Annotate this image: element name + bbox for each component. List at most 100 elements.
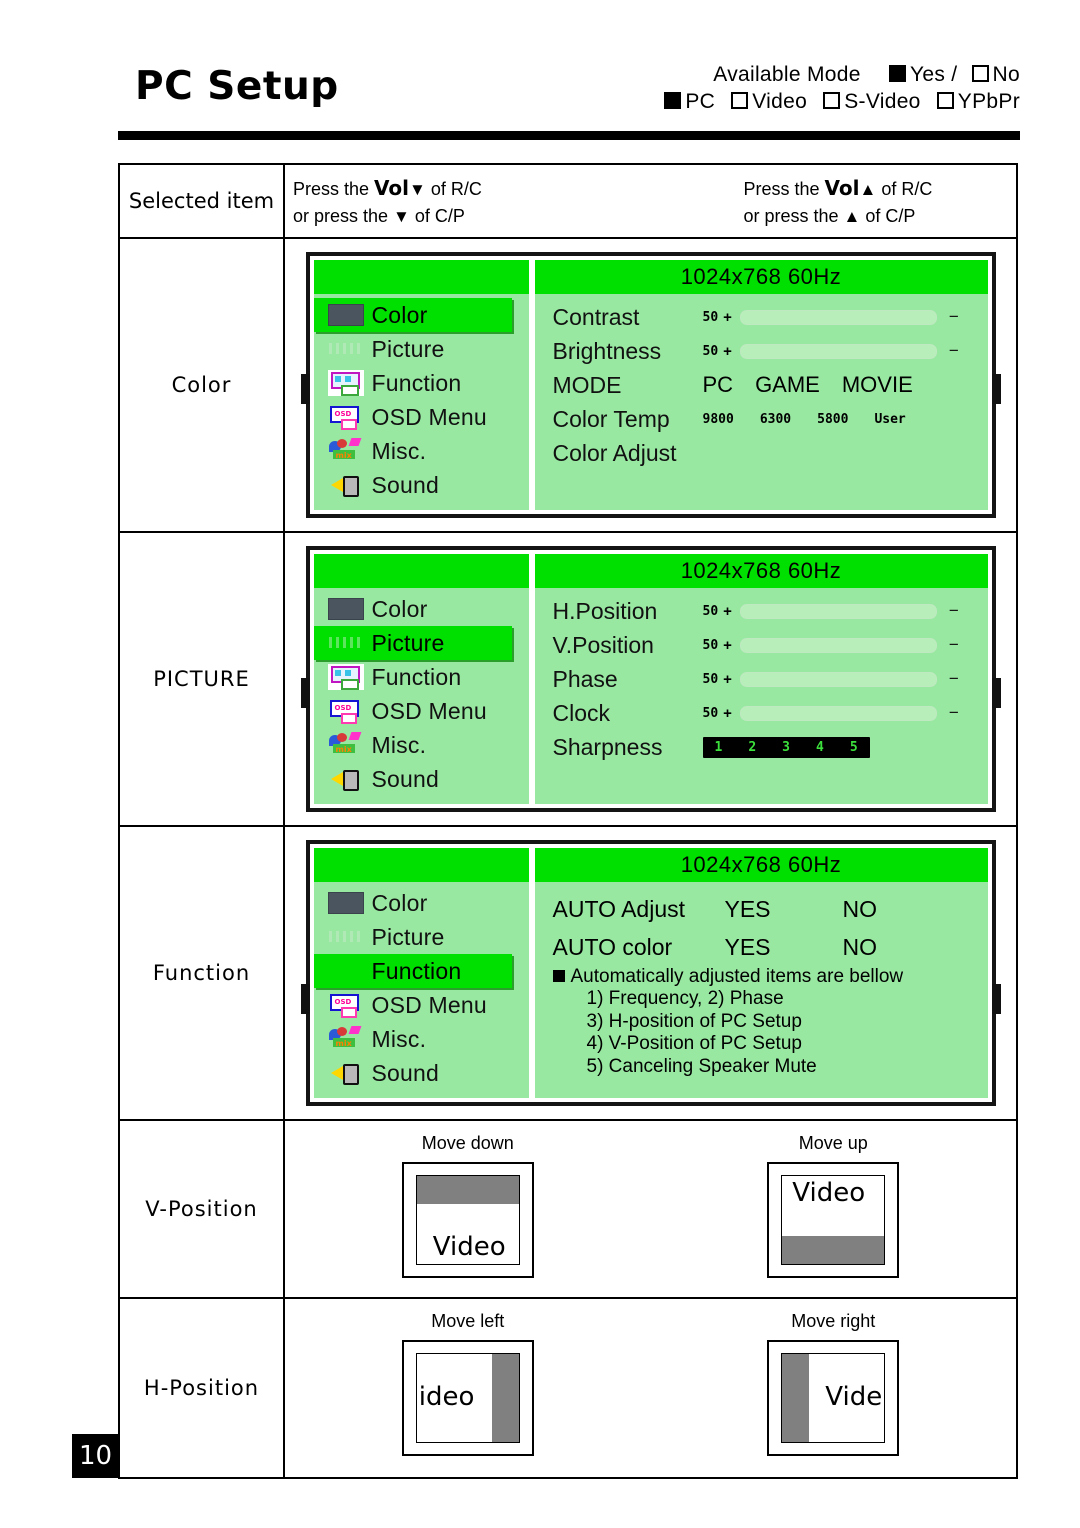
color-swatch-icon [320, 598, 372, 620]
mode-option-pc[interactable]: PC [703, 372, 734, 398]
mode-option-game[interactable]: GAME [755, 372, 820, 398]
vol-down-line1: Press the Vol▼ of R/C [293, 176, 482, 200]
row-label-hposition: H-Position [120, 1299, 285, 1477]
misc-flower-icon: mix [320, 1026, 372, 1051]
plus-sign[interactable]: + [723, 637, 732, 654]
function-monitor-icon [320, 370, 372, 396]
osd-menu-item-picture[interactable]: Picture [314, 920, 529, 954]
no-checkbox-icon [971, 65, 989, 82]
osd-panel-color: Color Picture Function OSD OSD Menu mix … [300, 252, 1001, 518]
phase-value: 50 [702, 671, 719, 687]
osd-menu-label: Picture [371, 923, 445, 950]
sharpness-step-4[interactable]: 4 [816, 740, 824, 755]
osd-menu-item-misc[interactable]: mix Misc. [314, 1022, 529, 1056]
minus-sign[interactable]: − [949, 669, 959, 689]
plus-sign[interactable]: + [723, 603, 732, 620]
osd-row-label: Color Adjust [552, 439, 677, 466]
osd-menu-item-color[interactable]: Color [314, 886, 529, 920]
osd-menu-item-color[interactable]: Color [313, 298, 512, 332]
osd-menu-item-sound[interactable]: Sound [314, 468, 529, 502]
auto-adjust-no[interactable]: NO [843, 896, 961, 923]
plus-sign[interactable]: + [723, 671, 732, 688]
osd-menu-label: Misc. [371, 1025, 427, 1052]
clock-value: 50 [702, 705, 719, 721]
osd-menu-item-misc[interactable]: mix Misc. [314, 728, 529, 762]
osd-content: 1024x768 60Hz Contrast 50 + − Brightness… [534, 260, 988, 510]
osd-menu-item-sound[interactable]: Sound [314, 1056, 529, 1090]
screen-area: Vide [781, 1353, 886, 1443]
plus-sign[interactable]: + [723, 343, 732, 360]
contrast-slider[interactable] [739, 309, 937, 325]
osd-resolution: 1024x768 60Hz [534, 260, 988, 294]
sharpness-steps[interactable]: 1 2 3 4 5 [702, 736, 870, 758]
source-list: PC Video S-Video YPbPr [664, 89, 1020, 116]
osd-menu-item-sound[interactable]: Sound [314, 762, 529, 796]
osd-menu-item-color[interactable]: Color [314, 592, 529, 626]
minus-sign[interactable]: − [949, 601, 959, 621]
brightness-slider[interactable] [739, 343, 937, 359]
sharpness-step-5[interactable]: 5 [850, 740, 858, 755]
row-label-vposition: V-Position [120, 1121, 285, 1297]
vposition-slider[interactable] [739, 637, 937, 653]
osd-menu-item-osd-menu[interactable]: OSD OSD Menu [314, 400, 529, 434]
osd-menu-label: Function [371, 369, 462, 396]
table-row-vposition: V-Position Move down Video Move up Video [120, 1121, 1016, 1299]
function-monitor-icon [320, 664, 372, 690]
osd-menu-item-misc[interactable]: mix Misc. [314, 434, 529, 468]
osd-content: 1024x768 60Hz H.Position 50 + − V.Positi… [534, 554, 988, 804]
auto-color-yes[interactable]: YES [725, 934, 843, 961]
minus-sign[interactable]: − [949, 307, 959, 327]
phase-slider[interactable] [739, 671, 937, 687]
svideo-checkbox-icon [823, 91, 841, 109]
osd-menu-item-function[interactable]: Function [314, 660, 529, 694]
osd-menu-item-osd-menu[interactable]: OSD OSD Menu [314, 988, 529, 1022]
plus-sign[interactable]: + [723, 309, 732, 326]
plus-sign[interactable]: + [723, 705, 732, 722]
available-mode-legend: Available Mode Yes / No PC Video S-Video… [664, 62, 1020, 116]
sharpness-step-3[interactable]: 3 [782, 740, 790, 755]
vol-up-instructions: Press the Vol▲ of R/C or press the ▲ of … [566, 165, 1017, 237]
minus-sign[interactable]: − [949, 703, 959, 723]
page-title: PC Setup [135, 64, 339, 109]
hposition-move-left: Move left ideo [285, 1299, 651, 1477]
osd-row-label: Brightness [552, 337, 662, 364]
color-temp-5800[interactable]: 5800 [817, 412, 848, 427]
osd-menu-label: Sound [371, 1059, 440, 1086]
auto-adjust-yes[interactable]: YES [725, 896, 843, 923]
osd-menu-item-picture[interactable]: Picture [313, 626, 512, 660]
osd-menu-item-osd-menu[interactable]: OSD OSD Menu [314, 694, 529, 728]
osd-menu-item-picture[interactable]: Picture [314, 332, 529, 366]
auto-color-no[interactable]: NO [843, 934, 961, 961]
vposition-move-up: Move up Video [651, 1121, 1017, 1297]
speaker-icon [320, 474, 372, 497]
osd-left-tick [300, 678, 310, 708]
osd-content: 1024x768 60Hz AUTO Adjust YES NO AUTO co… [534, 848, 988, 1098]
osd-menu-item-function[interactable]: Function [314, 366, 529, 400]
osd-resolution: 1024x768 60Hz [534, 554, 988, 588]
hposition-value: 50 [702, 603, 719, 619]
color-temp-user[interactable]: User [874, 412, 905, 427]
osd-right-tick [991, 678, 1001, 708]
minus-sign[interactable]: − [949, 635, 959, 655]
osd-menu-label: Misc. [371, 437, 427, 464]
osd-menu-label: Function [371, 957, 462, 984]
color-temp-6300[interactable]: 6300 [760, 412, 791, 427]
picture-bars-icon [320, 341, 372, 357]
caption: Move left [431, 1311, 505, 1331]
osd-row-sharpness: Sharpness 1 2 3 4 5 [535, 730, 988, 764]
note-item: 4) V-Position of PC Setup [586, 1033, 802, 1055]
no-label: No [992, 63, 1020, 86]
sharpness-step-1[interactable]: 1 [715, 740, 723, 755]
osd-menu-item-function[interactable]: Function [313, 954, 512, 988]
minus-sign[interactable]: − [949, 341, 959, 361]
clock-slider[interactable] [739, 705, 937, 721]
hposition-slider[interactable] [739, 603, 937, 619]
sharpness-step-2[interactable]: 2 [748, 740, 756, 755]
mode-option-movie[interactable]: MOVIE [842, 372, 913, 398]
row-label-color: Color [120, 239, 285, 531]
page-number: 10 [72, 1434, 119, 1478]
osd-row-auto-color: AUTO color YES NO [535, 928, 988, 966]
osd-row-brightness: Brightness 50 + − [535, 334, 988, 368]
contrast-value: 50 [702, 309, 719, 325]
color-temp-9800[interactable]: 9800 [703, 412, 734, 427]
